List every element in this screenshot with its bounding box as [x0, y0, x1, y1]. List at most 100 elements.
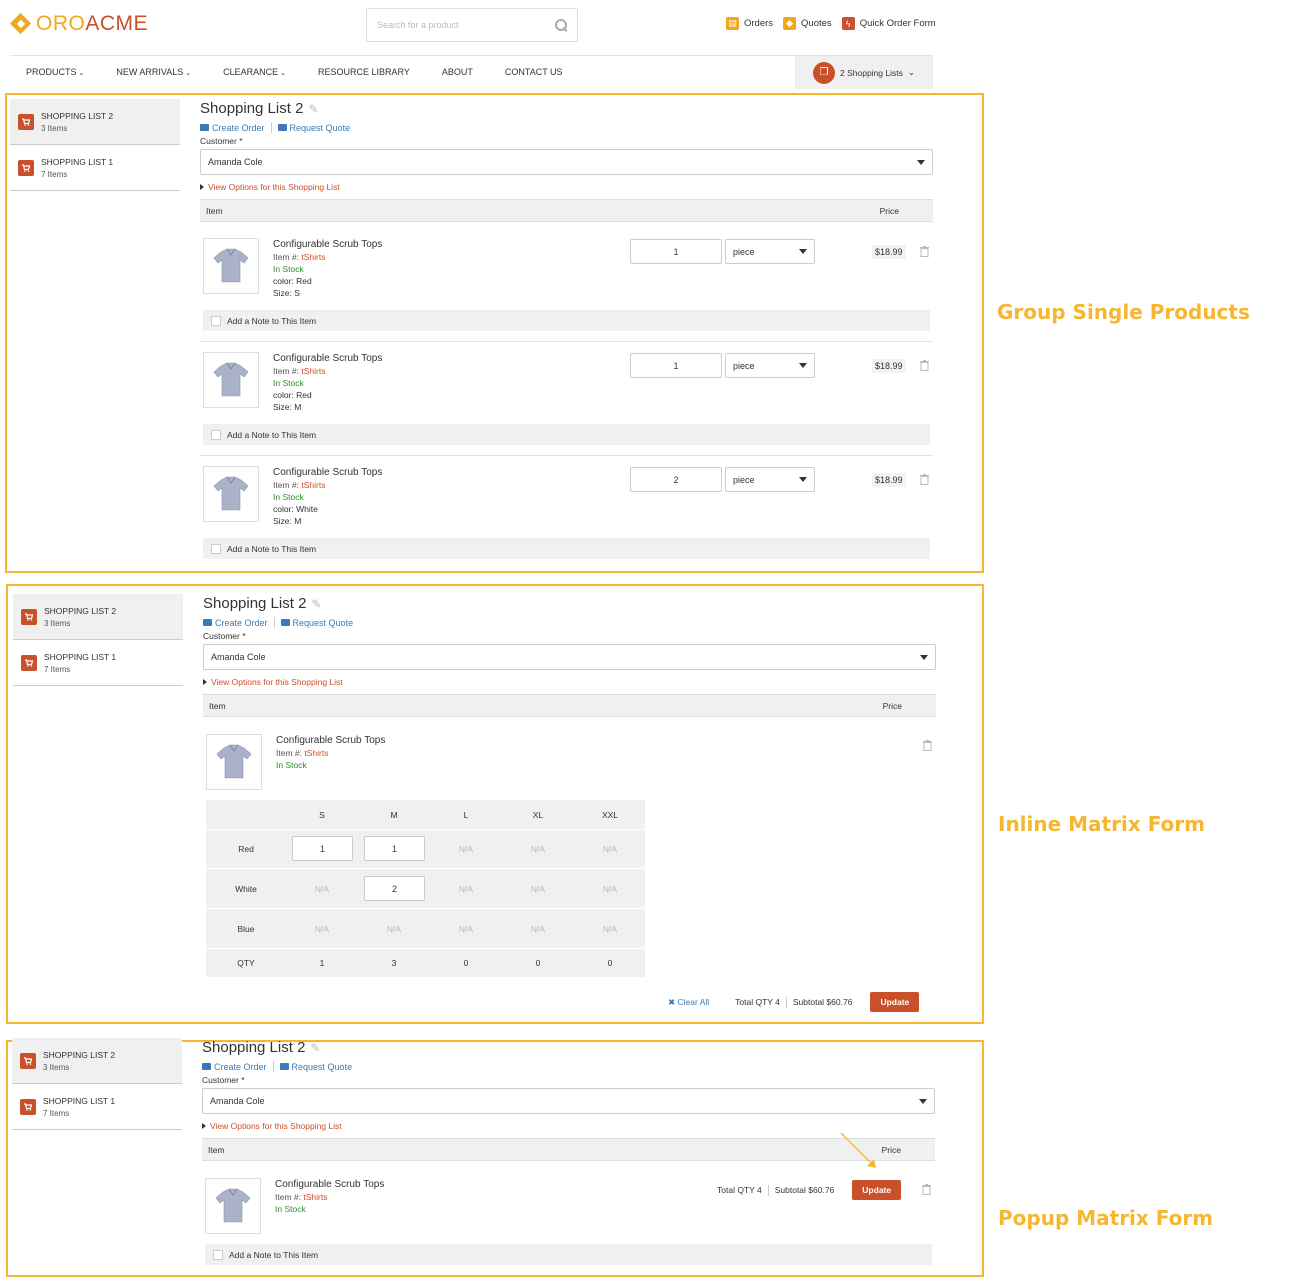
- unit-select[interactable]: piece: [725, 467, 815, 492]
- cart-icon: [200, 124, 209, 131]
- create-order-link[interactable]: Create Order: [200, 123, 265, 133]
- add-note-row[interactable]: Add a Note to This Item: [205, 1244, 932, 1265]
- matrix-cell-na: N/A: [314, 884, 330, 894]
- nav-new-arrivals[interactable]: NEW ARRIVALS ⌄: [100, 67, 207, 77]
- product-image[interactable]: [203, 352, 259, 408]
- search-box[interactable]: [366, 8, 578, 42]
- product-image[interactable]: [206, 734, 262, 790]
- caret-down-icon: [799, 363, 807, 368]
- quote-icon: [280, 619, 290, 626]
- search-icon[interactable]: [555, 19, 567, 31]
- nav-about[interactable]: ABOUT: [426, 67, 489, 77]
- page-title: Shopping List 2: [203, 595, 307, 612]
- note-checkbox[interactable]: [211, 315, 221, 326]
- product-name[interactable]: Configurable Scrub Tops: [276, 735, 385, 747]
- sidebar-item-shopping-list-1[interactable]: SHOPPING LIST 17 Items: [12, 1084, 182, 1130]
- shopping-list-icon: ❐: [813, 61, 835, 84]
- customer-select[interactable]: Amanda Cole: [200, 149, 933, 175]
- scrub-top-icon: [216, 744, 252, 779]
- table-header: Item Price: [202, 1138, 935, 1161]
- view-options-link[interactable]: View Options for this Shopping List: [203, 677, 936, 687]
- product-image[interactable]: [205, 1178, 261, 1234]
- sidebar-item-shopping-list-1[interactable]: SHOPPING LIST 17 Items: [13, 640, 183, 686]
- sidebar-item-shopping-list-2[interactable]: SHOPPING LIST 23 Items: [12, 1038, 182, 1084]
- trash-icon[interactable]: [922, 1184, 931, 1195]
- view-options-link[interactable]: View Options for this Shopping List: [202, 1121, 935, 1131]
- matrix-qty-total: 1: [319, 958, 325, 968]
- edit-pencil-icon[interactable]: ✎: [310, 1041, 320, 1055]
- search-input[interactable]: [377, 20, 555, 30]
- matrix-row-divider: [206, 908, 645, 909]
- product-name[interactable]: Configurable Scrub Tops: [275, 1179, 384, 1191]
- update-button[interactable]: Update: [870, 992, 920, 1012]
- matrix-column-header: XL: [532, 810, 544, 820]
- add-note-row[interactable]: Add a Note to This Item: [203, 424, 930, 445]
- matrix-row-label: Red: [238, 844, 254, 854]
- matrix-cell-na: N/A: [530, 924, 546, 934]
- customer-select[interactable]: Amanda Cole: [203, 644, 936, 670]
- matrix-qty-input[interactable]: 1: [364, 836, 425, 861]
- update-button[interactable]: Update: [852, 1180, 902, 1200]
- matrix-row-label: Blue: [237, 924, 255, 934]
- quotes-link[interactable]: ◆ Quotes: [783, 17, 832, 30]
- request-quote-link[interactable]: Request Quote: [280, 618, 353, 628]
- matrix-cell-na: N/A: [458, 924, 474, 934]
- shopping-lists-button[interactable]: ❐ 2 Shopping Lists ⌄: [795, 56, 933, 89]
- product-name[interactable]: Configurable Scrub Tops: [273, 239, 382, 251]
- clear-all-link[interactable]: ✖ Clear All: [668, 997, 709, 1008]
- page-title: Shopping List 2: [202, 1039, 306, 1056]
- orders-link[interactable]: ▤ Orders: [726, 17, 773, 30]
- product-color: color: Red: [273, 276, 312, 286]
- product-image[interactable]: [203, 238, 259, 294]
- edit-pencil-icon[interactable]: ✎: [311, 597, 321, 611]
- create-order-link[interactable]: Create Order: [203, 618, 268, 628]
- note-checkbox[interactable]: [213, 1249, 223, 1260]
- nav-products[interactable]: PRODUCTS ⌄: [10, 67, 100, 77]
- caret-right-icon: [203, 679, 207, 685]
- product-sku: tShirts: [301, 366, 326, 376]
- unit-select[interactable]: piece: [725, 239, 815, 264]
- matrix-qty-total: 0: [535, 958, 541, 968]
- chevron-down-icon: ⌄: [280, 70, 287, 77]
- trash-icon[interactable]: [920, 360, 929, 371]
- top-links: ▤ Orders ◆ Quotes ϟ Quick Order Form: [726, 17, 936, 30]
- main-nav: PRODUCTS ⌄ NEW ARRIVALS ⌄ CLEARANCE ⌄ RESOU…: [10, 55, 933, 89]
- product-info: Configurable Scrub Tops Item #: tShirts …: [276, 735, 386, 770]
- edit-pencil-icon[interactable]: ✎: [308, 102, 318, 116]
- quick-order-link[interactable]: ϟ Quick Order Form: [841, 17, 936, 30]
- trash-icon[interactable]: [920, 246, 929, 257]
- cart-icon: [202, 1063, 211, 1070]
- product-sku: tShirts: [304, 748, 329, 758]
- quantity-input[interactable]: 1: [630, 239, 722, 264]
- sidebar-item-shopping-list-2[interactable]: SHOPPING LIST 23 Items: [10, 99, 180, 145]
- matrix-qty-input[interactable]: 1: [292, 836, 353, 861]
- nav-clearance[interactable]: CLEARANCE ⌄: [207, 67, 302, 77]
- product-color: color: White: [273, 504, 318, 514]
- sidebar-item-shopping-list-1[interactable]: SHOPPING LIST 17 Items: [10, 145, 180, 191]
- add-note-row[interactable]: Add a Note to This Item: [203, 310, 930, 331]
- logo[interactable]: OROACME: [10, 12, 148, 36]
- trash-icon[interactable]: [923, 740, 932, 751]
- add-note-row[interactable]: Add a Note to This Item: [203, 538, 930, 559]
- create-order-link[interactable]: Create Order: [202, 1062, 267, 1072]
- view-options-link[interactable]: View Options for this Shopping List: [200, 182, 933, 192]
- quantity-input[interactable]: 1: [630, 353, 722, 378]
- product-name[interactable]: Configurable Scrub Tops: [273, 353, 382, 365]
- product-image[interactable]: [203, 466, 259, 522]
- trash-icon[interactable]: [920, 474, 929, 485]
- note-checkbox[interactable]: [211, 543, 221, 554]
- product-price: $18.99: [872, 473, 906, 487]
- request-quote-link[interactable]: Request Quote: [277, 123, 350, 133]
- unit-select[interactable]: piece: [725, 353, 815, 378]
- request-quote-link[interactable]: Request Quote: [279, 1062, 352, 1072]
- sidebar-item-shopping-list-2[interactable]: SHOPPING LIST 23 Items: [13, 594, 183, 640]
- matrix-cell-na: N/A: [530, 884, 546, 894]
- quantity-input[interactable]: 2: [630, 467, 722, 492]
- nav-resource-library[interactable]: RESOURCE LIBRARY: [302, 67, 426, 77]
- matrix-qty-input[interactable]: 2: [364, 876, 425, 901]
- product-name[interactable]: Configurable Scrub Tops: [273, 467, 382, 479]
- matrix-cell-na: N/A: [602, 844, 618, 854]
- nav-contact-us[interactable]: CONTACT US: [489, 67, 579, 77]
- customer-select[interactable]: Amanda Cole: [202, 1088, 935, 1114]
- note-checkbox[interactable]: [211, 429, 221, 440]
